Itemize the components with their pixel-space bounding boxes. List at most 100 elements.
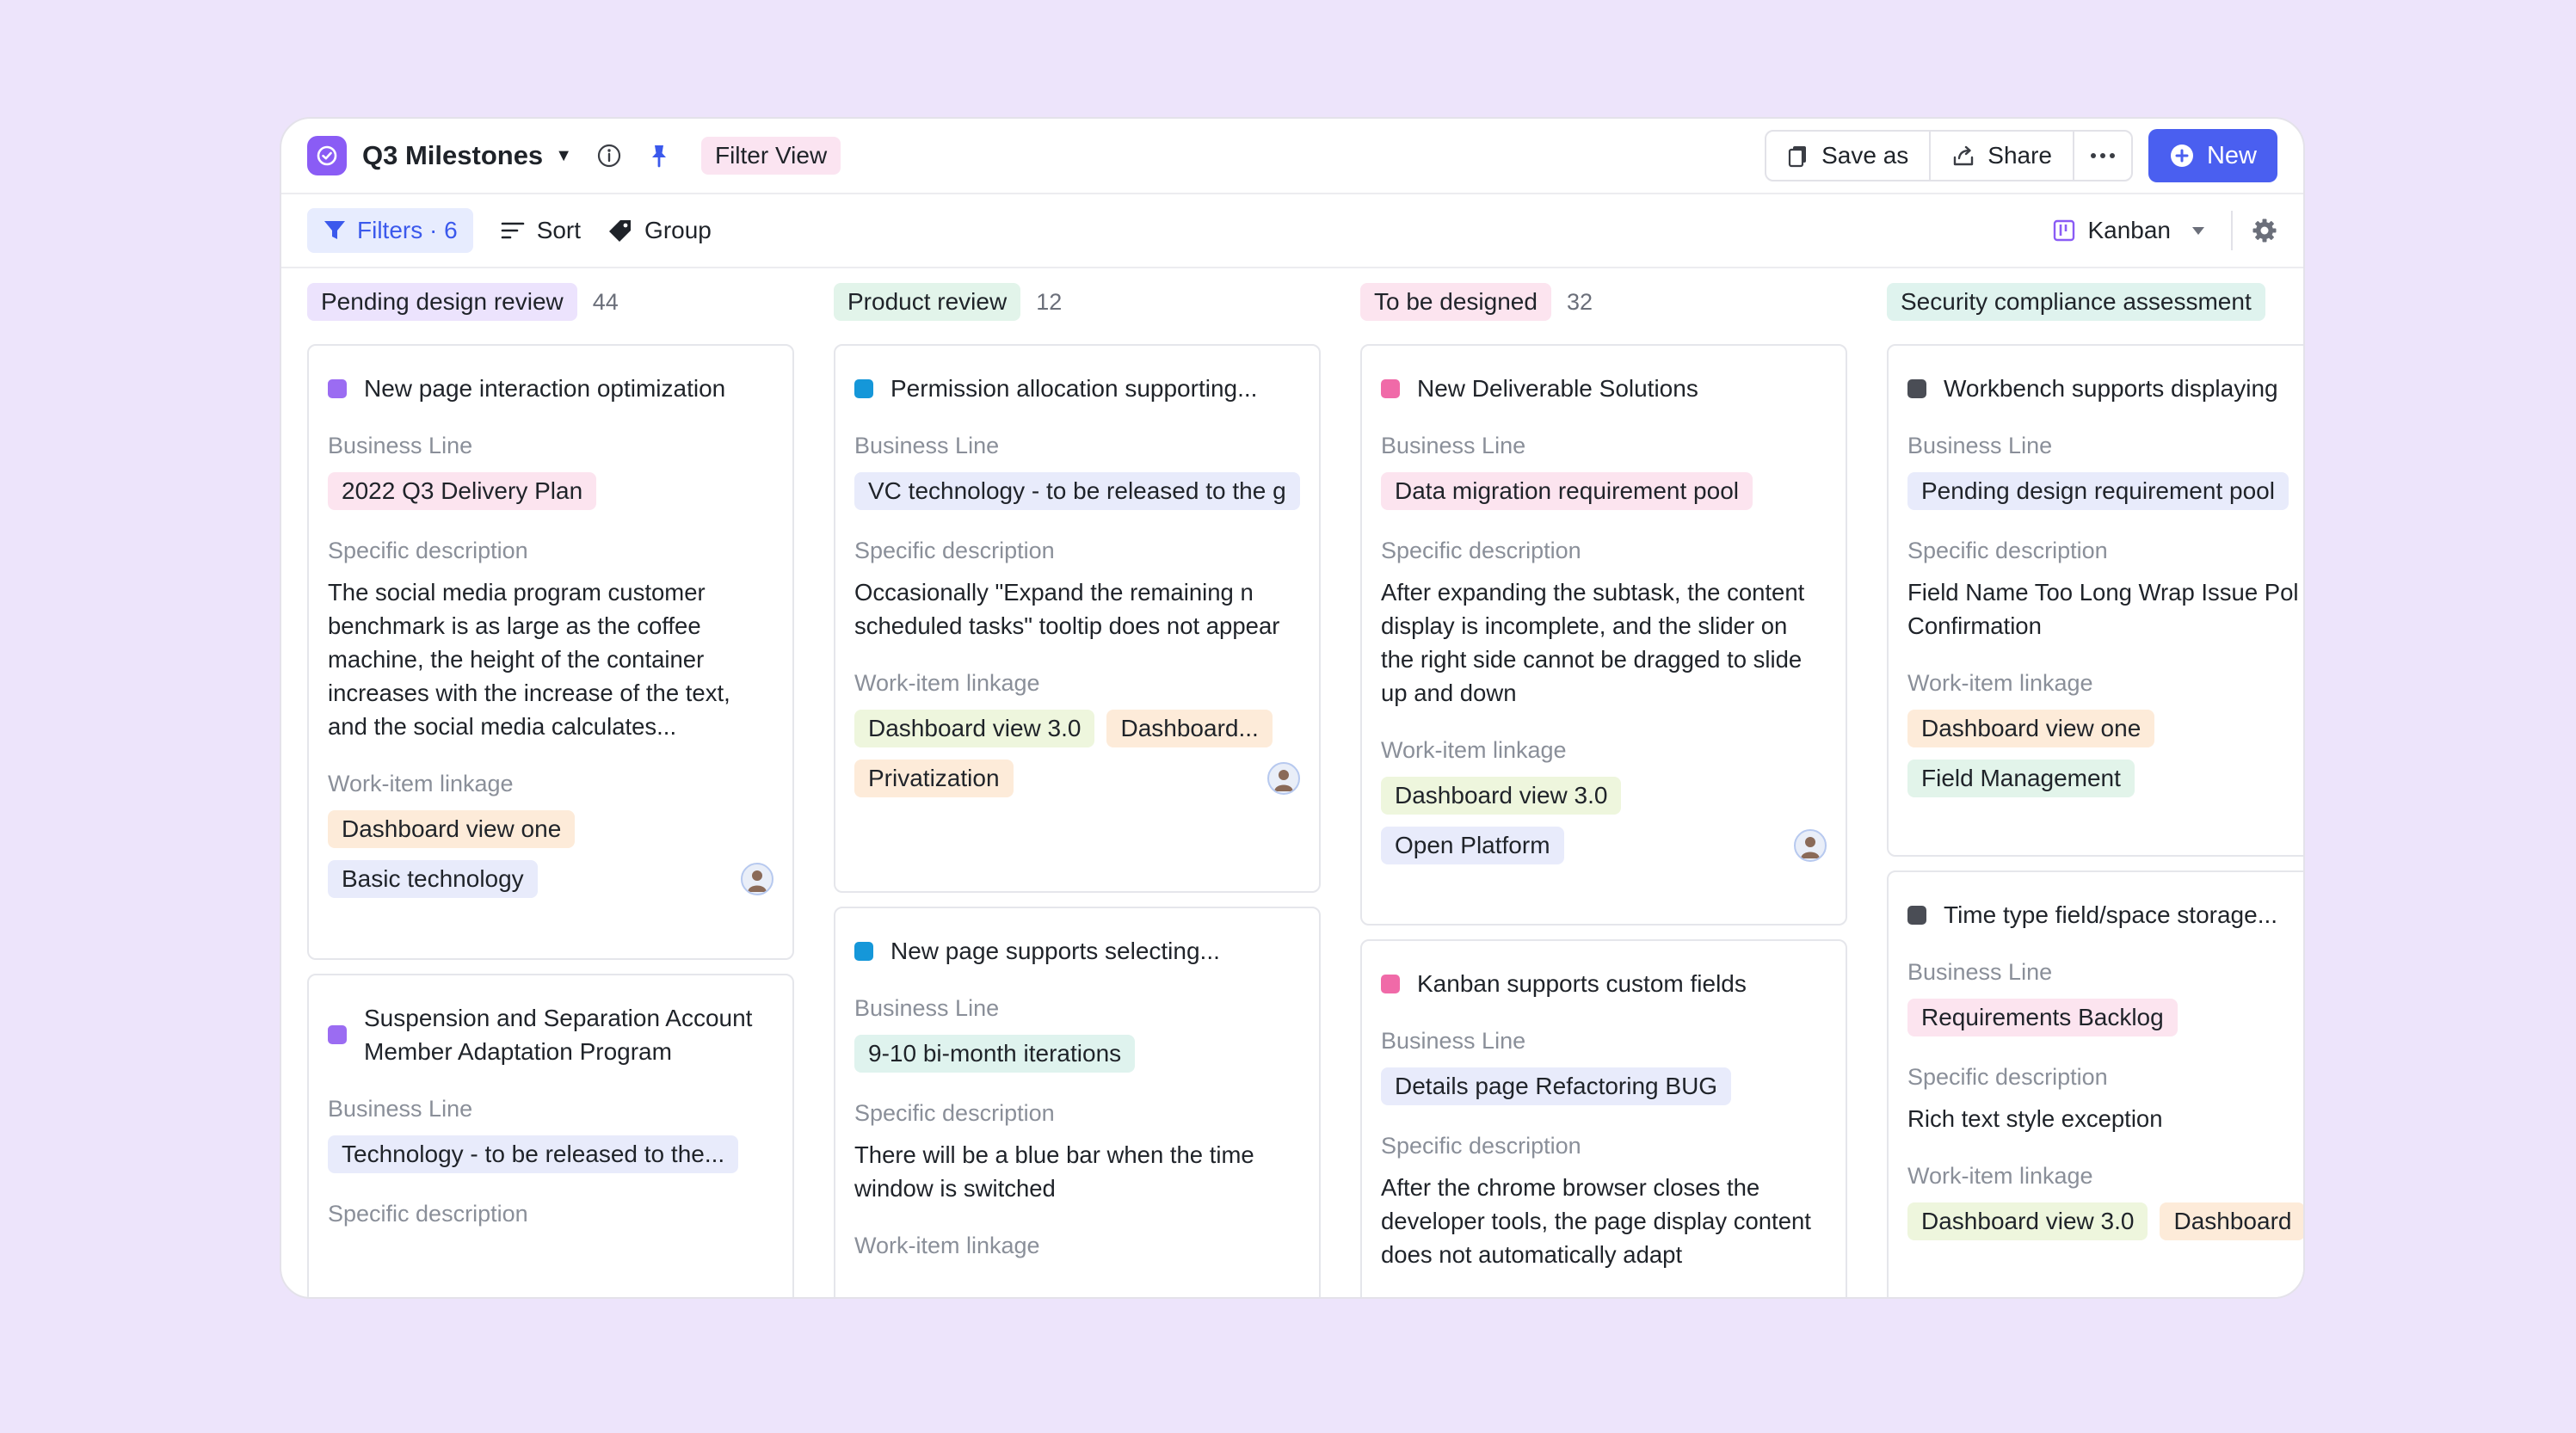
status-dot bbox=[1381, 379, 1400, 398]
kanban-card[interactable]: Permission allocation supporting... Busi… bbox=[834, 344, 1321, 893]
settings-icon[interactable] bbox=[2252, 218, 2277, 243]
business-line-tag: 2022 Q3 Delivery Plan bbox=[328, 472, 597, 510]
field-label: Business Line bbox=[328, 433, 473, 458]
share-button[interactable]: Share bbox=[1931, 132, 2073, 180]
kanban-card[interactable]: Suspension and Separation Account Member… bbox=[307, 974, 794, 1297]
sort-icon bbox=[501, 222, 524, 239]
field-label: Business Line bbox=[854, 995, 1000, 1021]
filter-icon bbox=[324, 221, 345, 239]
new-button[interactable]: New bbox=[2148, 129, 2277, 182]
info-icon[interactable] bbox=[596, 143, 622, 169]
kanban-card[interactable]: New Deliverable Solutions Business Line … bbox=[1360, 344, 1847, 926]
kanban-column: Security compliance assessment Workbench… bbox=[1887, 270, 2303, 1297]
chevron-down-icon bbox=[2192, 227, 2204, 235]
linkage-tag: Dashboard view one bbox=[328, 810, 576, 848]
field-label: Work-item linkage bbox=[328, 771, 514, 796]
business-line-tag: Requirements Backlog bbox=[1907, 999, 2178, 1036]
linkage-tag: Dashboard bbox=[2160, 1202, 2303, 1240]
field-label: Work-item linkage bbox=[1907, 670, 2093, 696]
save-as-button[interactable]: Save as bbox=[1766, 132, 1929, 180]
more-options-button[interactable] bbox=[2074, 132, 2131, 180]
business-line-tag: Pending design requirement pool bbox=[1907, 472, 2289, 510]
kanban-column: Pending design review 44 New page intera… bbox=[307, 270, 794, 1297]
kanban-card[interactable]: Workbench supports displaying Business L… bbox=[1887, 344, 2303, 857]
linkage-tag: Dashboard... bbox=[1106, 710, 1273, 747]
category-tag: Open Platform bbox=[1381, 827, 1564, 864]
card-description: Field Name Too Long Wrap Issue Pol Confi… bbox=[1907, 579, 2299, 639]
field-label: Specific description bbox=[328, 538, 528, 563]
column-header: Pending design review 44 bbox=[307, 270, 794, 334]
view-header: Q3 Milestones ▼ Filter View Save as Shar… bbox=[281, 119, 2303, 194]
view-title[interactable]: Q3 Milestones bbox=[362, 140, 543, 171]
business-line-tag: VC technology - to be released to the g bbox=[854, 472, 1300, 510]
linkage-tag: Dashboard view one bbox=[1907, 710, 2155, 747]
column-title[interactable]: To be designed bbox=[1360, 283, 1551, 321]
avatar[interactable] bbox=[1794, 829, 1827, 862]
column-title[interactable]: Security compliance assessment bbox=[1887, 283, 2265, 321]
category-tag: Field Management bbox=[1907, 760, 2135, 797]
card-description: Occasionally "Expand the remaining n sch… bbox=[854, 579, 1280, 639]
kanban-card[interactable]: Kanban supports custom fields Business L… bbox=[1360, 939, 1847, 1297]
column-count: 44 bbox=[592, 288, 619, 315]
column-count: 12 bbox=[1036, 288, 1063, 315]
view-type-selector[interactable]: Kanban bbox=[2053, 217, 2205, 244]
column-header: Product review 12 bbox=[834, 270, 1321, 334]
sort-button[interactable]: Sort bbox=[501, 217, 581, 244]
field-label: Specific description bbox=[1907, 1064, 2108, 1090]
business-line-tag: Details page Refactoring BUG bbox=[1381, 1067, 1732, 1105]
avatar[interactable] bbox=[1267, 762, 1300, 795]
column-title[interactable]: Product review bbox=[834, 283, 1021, 321]
linkage-tag: Dashboard view 3.0 bbox=[854, 710, 1095, 747]
card-title: New page supports selecting... bbox=[854, 934, 1300, 968]
status-dot bbox=[328, 379, 347, 398]
share-icon bbox=[1954, 145, 1974, 166]
card-title: New Deliverable Solutions bbox=[1381, 372, 1827, 405]
field-label: Business Line bbox=[1907, 433, 2053, 458]
field-label: Business Line bbox=[328, 1096, 473, 1122]
app-window: Q3 Milestones ▼ Filter View Save as Shar… bbox=[280, 117, 2305, 1299]
card-description: There will be a blue bar when the time w… bbox=[854, 1141, 1254, 1202]
business-line-tag: Data migration requirement pool bbox=[1381, 472, 1753, 510]
kanban-card[interactable]: Time type field/space storage... Busines… bbox=[1887, 870, 2303, 1297]
status-dot bbox=[854, 942, 873, 961]
view-actions: Save as Share bbox=[1765, 130, 2133, 181]
column-title[interactable]: Pending design review bbox=[307, 283, 577, 321]
status-dot bbox=[1907, 379, 1926, 398]
field-label: Work-item linkage bbox=[1381, 737, 1567, 763]
linkage-tag: Dashboard view 3.0 bbox=[1381, 777, 1622, 815]
person-icon bbox=[1801, 837, 1820, 858]
column-header: Security compliance assessment bbox=[1887, 270, 2303, 334]
field-label: Business Line bbox=[1907, 959, 2053, 985]
field-label: Specific description bbox=[328, 1201, 528, 1227]
category-tag: Privatization bbox=[854, 760, 1014, 797]
field-label: Work-item linkage bbox=[854, 1233, 1040, 1258]
card-description: After expanding the subtask, the content… bbox=[1381, 579, 1805, 706]
business-line-tag: Technology - to be released to the... bbox=[328, 1135, 739, 1173]
card-title: Kanban supports custom fields bbox=[1381, 967, 1827, 1000]
copy-icon bbox=[1788, 146, 1807, 168]
kanban-icon bbox=[2054, 219, 2075, 242]
card-title: Workbench supports displaying bbox=[1907, 372, 2303, 405]
pin-icon[interactable] bbox=[646, 143, 672, 169]
milestone-icon bbox=[307, 136, 347, 175]
person-icon bbox=[748, 870, 767, 892]
kanban-card[interactable]: New page interaction optimization Busine… bbox=[307, 344, 794, 960]
person-icon bbox=[1274, 770, 1293, 791]
kanban-column: To be designed 32 New Deliverable Soluti… bbox=[1360, 270, 1847, 1297]
field-label: Specific description bbox=[1907, 538, 2108, 563]
group-button[interactable]: Group bbox=[608, 217, 712, 244]
card-title: Time type field/space storage... bbox=[1907, 898, 2303, 932]
status-dot bbox=[1907, 906, 1926, 925]
field-label: Specific description bbox=[854, 1100, 1055, 1126]
filter-view-tag[interactable]: Filter View bbox=[700, 137, 841, 175]
business-line-tag: 9-10 bi-month iterations bbox=[854, 1035, 1136, 1073]
field-label: Business Line bbox=[854, 433, 1000, 458]
chevron-down-icon[interactable]: ▼ bbox=[555, 146, 572, 166]
card-description: The social media program customer benchm… bbox=[328, 579, 730, 740]
kanban-card[interactable]: New page supports selecting... Business … bbox=[834, 907, 1321, 1297]
avatar[interactable] bbox=[741, 863, 773, 895]
field-label: Work-item linkage bbox=[1907, 1163, 2093, 1189]
filters-button[interactable]: Filters · 6 bbox=[307, 208, 473, 253]
card-title: Permission allocation supporting... bbox=[854, 372, 1300, 405]
field-label: Work-item linkage bbox=[854, 670, 1040, 696]
